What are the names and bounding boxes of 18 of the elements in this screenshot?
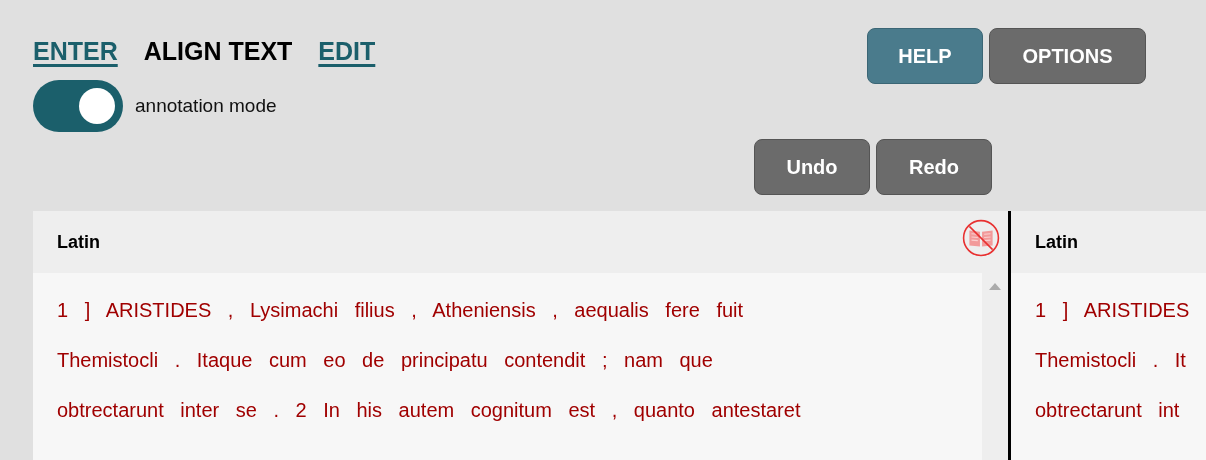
help-button[interactable]: HELP [867,28,983,84]
no-book-icon[interactable] [962,219,1000,257]
text-line: obtrectarunt int [1035,398,1181,423]
text-line: obtrectarunt inter se . 2 In his autem cognitum est , quanto antestaret [57,398,802,423]
undo-button[interactable]: Undo [754,139,870,195]
toggle-switch[interactable] [33,80,123,132]
nav-link[interactable]: ENTER [33,36,118,66]
scrollbar[interactable] [982,273,1008,460]
text-line: Themistocli . Itaque cum eo de principatu contendit ; nam que [57,348,714,373]
nav-link[interactable]: EDIT [318,36,376,66]
nav-tab[interactable]: ALIGN TEXT [143,36,293,66]
toggle-label: annotation mode [135,95,277,117]
pane-title: Latin [1035,231,1078,253]
text-line: Themistocli . It [1035,348,1186,373]
pane-title: Latin [57,231,100,253]
options-button[interactable]: OPTIONS [989,28,1146,84]
redo-button[interactable]: Redo [876,139,992,195]
text-line: 1 ] ARISTIDES , Lysimachi filius , Atheniensis , aequalis fere fuit [57,298,745,323]
